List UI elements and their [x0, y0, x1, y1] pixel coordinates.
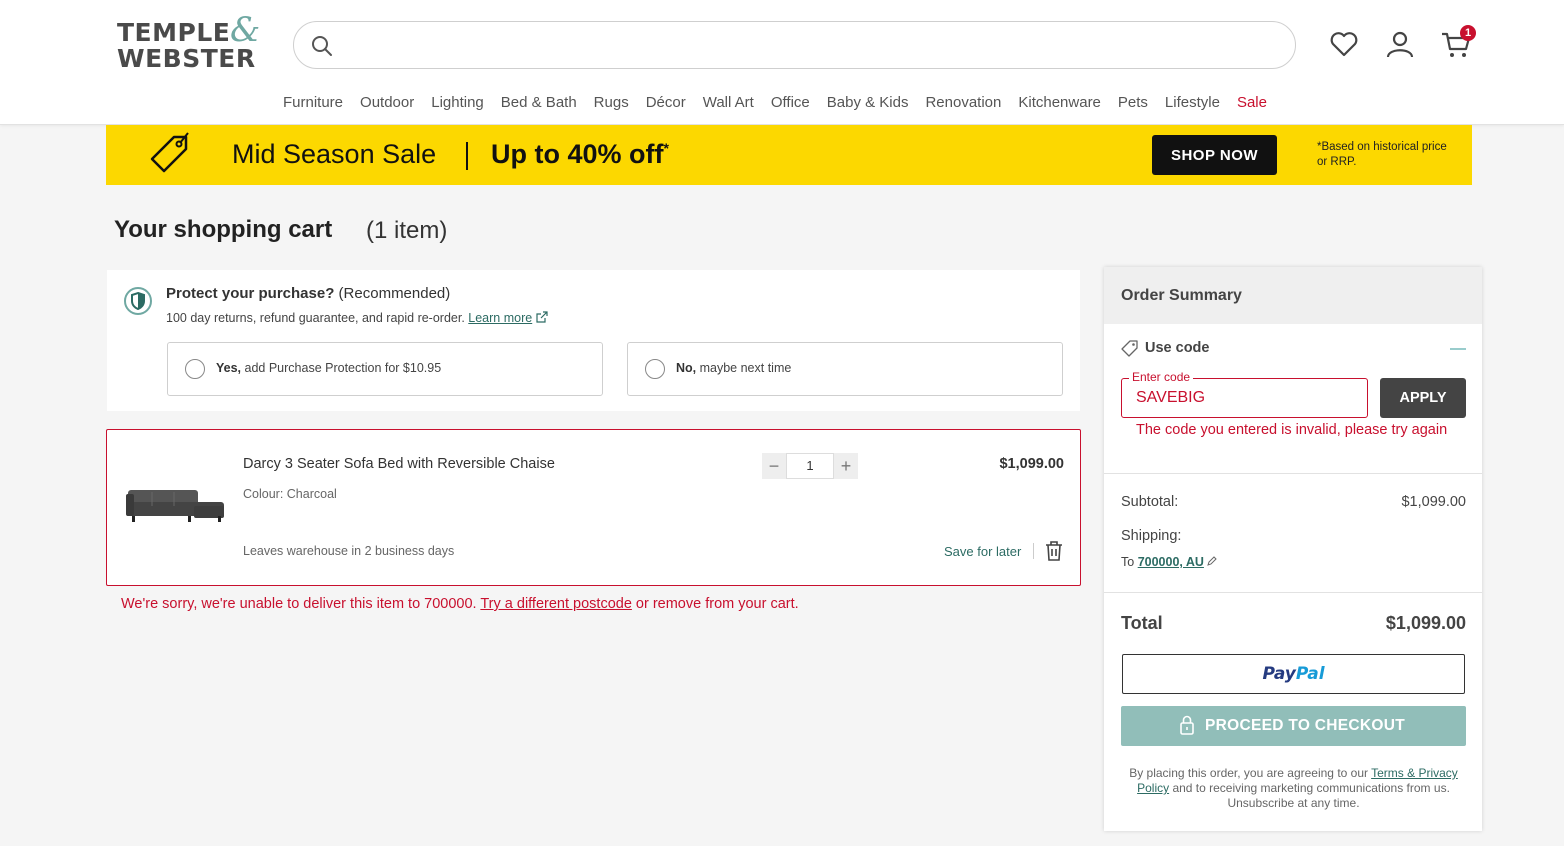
- banner-disclaimer: *Based on historical price or RRP.: [1317, 141, 1447, 168]
- account-icon[interactable]: [1384, 28, 1416, 60]
- nav-item-renovation[interactable]: Renovation: [925, 94, 1001, 111]
- cart-item-count: (1 item): [366, 217, 448, 244]
- protection-option-no[interactable]: No, maybe next time: [627, 342, 1063, 396]
- promo-code-input[interactable]: [1136, 387, 1356, 409]
- protection-title-bold: Protect your purchase?: [166, 285, 335, 302]
- change-postcode-link[interactable]: Try a different postcode: [480, 596, 632, 612]
- radio-no[interactable]: [645, 359, 665, 379]
- protection-subtitle-text: 100 day returns, refund guarantee, and r…: [166, 311, 469, 325]
- nav-item-furniture[interactable]: Furniture: [283, 94, 343, 111]
- delivery-error-suffix: or remove from your cart.: [631, 596, 799, 612]
- quantity-value[interactable]: 1: [786, 453, 834, 479]
- ship-to-prefix: To: [1121, 555, 1138, 569]
- legal-suffix: and to receiving marketing communication…: [1169, 781, 1450, 810]
- edit-pencil-icon[interactable]: [1207, 556, 1217, 566]
- protection-option-yes[interactable]: Yes, add Purchase Protection for $10.95: [167, 342, 603, 396]
- option-no-label: No, maybe next time: [676, 361, 791, 375]
- nav-item-office[interactable]: Office: [771, 94, 810, 111]
- page-title: Your shopping cart: [114, 216, 333, 243]
- nav-item-rugs[interactable]: Rugs: [594, 94, 629, 111]
- increase-quantity-button[interactable]: +: [834, 453, 858, 479]
- item-name[interactable]: Darcy 3 Seater Sofa Bed with Reversible …: [243, 456, 555, 472]
- action-divider: [1033, 543, 1034, 559]
- subtotal-value: $1,099.00: [1401, 494, 1466, 510]
- item-price: $1,099.00: [999, 456, 1064, 472]
- decrease-quantity-button[interactable]: −: [762, 453, 786, 479]
- option-yes-bold: Yes,: [216, 361, 242, 375]
- summary-divider-2: [1104, 592, 1482, 593]
- delivery-error-message: We're sorry, we're unable to deliver thi…: [121, 596, 799, 612]
- total-value: $1,099.00: [1385, 613, 1466, 633]
- search-bar[interactable]: [293, 21, 1296, 69]
- cart-count-badge: 1: [1460, 25, 1476, 41]
- logo-line1: TEMPLE: [117, 18, 231, 47]
- nav-item-bed-bath[interactable]: Bed & Bath: [501, 94, 577, 111]
- lock-icon: [1180, 715, 1194, 735]
- quantity-stepper: − 1 +: [762, 453, 858, 479]
- nav-item-wall-art[interactable]: Wall Art: [703, 94, 754, 111]
- search-input[interactable]: [344, 30, 1274, 60]
- nav-item-sale[interactable]: Sale: [1237, 94, 1267, 111]
- nav-item-outdoor[interactable]: Outdoor: [360, 94, 414, 111]
- radio-yes[interactable]: [185, 359, 205, 379]
- price-tag-icon: [150, 132, 189, 173]
- banner-separator: [466, 142, 468, 170]
- shipping-label: Shipping:: [1121, 528, 1182, 544]
- cart-item-card: [106, 429, 1081, 586]
- heart-icon[interactable]: [1328, 28, 1360, 60]
- paypal-button[interactable]: PayPal: [1122, 654, 1465, 694]
- coupon-tag-icon: [1121, 340, 1138, 357]
- use-code-toggle[interactable]: Use code: [1145, 340, 1209, 356]
- promo-code-error: The code you entered is invalid, please …: [1136, 422, 1448, 438]
- promo-code-label: Enter code: [1129, 370, 1194, 384]
- banner-offer-text: Up to 40% off: [491, 139, 664, 169]
- banner-offer-mark: *: [663, 140, 669, 156]
- logo-line2: WEBSTER: [117, 44, 256, 73]
- ship-to-line: To 700000, AU: [1121, 555, 1217, 569]
- option-yes-label: Yes, add Purchase Protection for $10.95: [216, 361, 441, 375]
- checkout-label: PROCEED TO CHECKOUT: [1205, 717, 1406, 734]
- temple-webster-logo[interactable]: TEMPLE & WEBSTER: [117, 10, 267, 74]
- subtotal-label: Subtotal:: [1121, 494, 1179, 510]
- banner-title: Mid Season Sale: [232, 139, 437, 169]
- protection-title: Protect your purchase? (Recommended): [166, 285, 450, 302]
- nav-item-pets[interactable]: Pets: [1118, 94, 1148, 111]
- shield-icon: [124, 287, 152, 315]
- banner-offer: Up to 40% off*: [491, 139, 669, 170]
- nav-item-baby-kids[interactable]: Baby & Kids: [827, 94, 909, 111]
- summary-divider-1: [1104, 473, 1482, 474]
- legal-prefix: By placing this order, you are agreeing …: [1129, 766, 1372, 780]
- order-summary-title: Order Summary: [1121, 287, 1242, 304]
- option-no-bold: No,: [676, 361, 697, 375]
- collapse-icon[interactable]: [1450, 348, 1466, 350]
- item-colour: Colour: Charcoal: [243, 487, 337, 501]
- item-dispatch-time: Leaves warehouse in 2 business days: [243, 544, 455, 558]
- main-nav: Furniture Outdoor Lighting Bed & Bath Rugs Dé…: [283, 94, 1284, 111]
- protection-title-suffix: (Recommended): [334, 285, 451, 302]
- shipping-postcode-link[interactable]: 700000, AU: [1138, 555, 1204, 569]
- paypal-logo-pay: Pay: [1262, 664, 1296, 684]
- protection-subtitle: 100 day returns, refund guarantee, and r…: [166, 311, 548, 325]
- delivery-error-text: We're sorry, we're unable to deliver thi…: [121, 596, 481, 612]
- option-yes-rest: add Purchase Protection for $10.95: [241, 361, 442, 375]
- trash-icon[interactable]: [1044, 540, 1064, 562]
- total-label: Total: [1121, 613, 1163, 633]
- nav-item-d-cor[interactable]: Décor: [646, 94, 686, 111]
- nav-item-lighting[interactable]: Lighting: [431, 94, 484, 111]
- paypal-logo-pal: Pal: [1295, 664, 1325, 684]
- save-for-later-link[interactable]: Save for later: [944, 544, 1021, 559]
- learn-more-link[interactable]: Learn more: [468, 311, 532, 325]
- option-no-rest: maybe next time: [696, 361, 792, 375]
- search-icon[interactable]: [310, 34, 334, 58]
- apply-code-button[interactable]: APPLY: [1380, 378, 1466, 418]
- nav-item-kitchenware[interactable]: Kitchenware: [1018, 94, 1101, 111]
- nav-item-lifestyle[interactable]: Lifestyle: [1165, 94, 1220, 111]
- shop-now-button[interactable]: SHOP NOW: [1152, 135, 1277, 175]
- external-link-icon[interactable]: [536, 311, 548, 323]
- legal-notice: By placing this order, you are agreeing …: [1121, 766, 1466, 811]
- sofa-product-image[interactable]: [124, 480, 228, 528]
- promo-code-field[interactable]: [1121, 378, 1368, 418]
